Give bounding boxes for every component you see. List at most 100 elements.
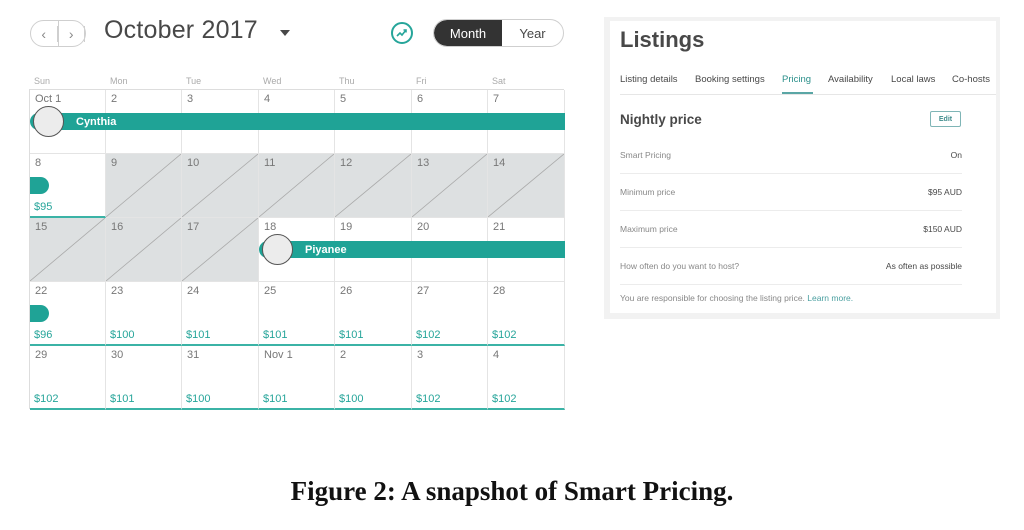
month-nav: ‹ › <box>30 20 86 47</box>
day-cell[interactable]: Nov 1 $101 <box>259 346 335 410</box>
weekday-fri: Fri <box>416 76 427 86</box>
reservation-bar[interactable]: Piyanee <box>259 241 565 258</box>
day-cell[interactable]: 31 $100 <box>182 346 259 410</box>
day-number: 7 <box>493 93 500 105</box>
trend-up-icon[interactable] <box>391 22 413 44</box>
view-toggle: Month Year <box>433 19 564 47</box>
day-cell[interactable]: 3 $102 <box>412 346 488 410</box>
day-price: $102 <box>34 393 59 405</box>
day-number: 4 <box>493 349 500 361</box>
day-price: $102 <box>492 393 517 405</box>
day-cell[interactable]: 24 $101 <box>182 282 259 346</box>
day-number: 2 <box>340 349 347 361</box>
day-cell[interactable]: 28 $102 <box>488 282 565 346</box>
day-number: Oct 1 <box>35 93 62 105</box>
day-number: 2 <box>111 93 118 105</box>
tabs-divider <box>620 94 996 95</box>
day-price: $100 <box>110 329 135 341</box>
active-tab-indicator <box>782 92 813 94</box>
day-number: 20 <box>417 221 430 233</box>
figure-caption: Figure 2: A snapshot of Smart Pricing. <box>290 476 734 506</box>
chevron-left-icon: ‹ <box>31 25 58 42</box>
day-number: 5 <box>340 93 347 105</box>
day-number: 21 <box>493 221 506 233</box>
day-price: $101 <box>263 329 288 341</box>
caret-down-icon[interactable] <box>280 30 290 36</box>
blocked-day-cell[interactable]: 9 <box>106 154 182 218</box>
reservation-checkout-stub[interactable] <box>30 177 49 194</box>
blocked-day-cell[interactable]: 11 <box>259 154 335 218</box>
year-view-button[interactable]: Year <box>502 20 563 46</box>
weekday-mon: Mon <box>110 76 128 86</box>
day-number: 23 <box>111 285 124 297</box>
day-number: 27 <box>417 285 430 297</box>
setting-label: Smart Pricing <box>620 150 672 160</box>
day-number: 3 <box>187 93 194 105</box>
day-cell[interactable]: 29 $102 <box>30 346 106 410</box>
reservation-checkout-stub[interactable] <box>30 305 49 322</box>
setting-value: $150 AUD <box>923 224 962 234</box>
day-price: $96 <box>34 329 53 341</box>
blocked-day-cell[interactable]: 13 <box>412 154 488 218</box>
day-cell[interactable]: 26 $101 <box>335 282 412 346</box>
setting-row: How often do you want to host? As often a… <box>620 261 962 271</box>
footer-text: You are responsible for choosing the lis… <box>620 293 805 303</box>
learn-more-link[interactable]: Learn more. <box>807 293 853 303</box>
day-price: $101 <box>110 393 135 405</box>
blocked-day-cell[interactable]: 14 <box>488 154 565 218</box>
day-price: $102 <box>416 393 441 405</box>
blocked-day-cell[interactable]: 12 <box>335 154 412 218</box>
day-price: $101 <box>186 329 211 341</box>
setting-label: Maximum price <box>620 224 678 234</box>
reservation-bar[interactable]: Cynthia <box>30 113 565 130</box>
tab-availability[interactable]: Availability <box>828 74 873 85</box>
day-cell[interactable]: 23 $100 <box>106 282 182 346</box>
day-number: 6 <box>417 93 424 105</box>
weekday-wed: Wed <box>263 76 282 86</box>
row-divider <box>620 173 962 174</box>
day-cell[interactable]: 27 $102 <box>412 282 488 346</box>
day-price: $102 <box>492 329 517 341</box>
blocked-day-cell[interactable]: 10 <box>182 154 259 218</box>
setting-value: As often as possible <box>885 261 962 271</box>
day-number: 22 <box>35 285 48 297</box>
guest-avatar[interactable] <box>262 234 293 265</box>
setting-value: On <box>950 150 962 160</box>
tab-listing-details[interactable]: Listing details <box>620 74 678 85</box>
blocked-slash <box>106 154 181 217</box>
day-cell[interactable]: 25 $101 <box>259 282 335 346</box>
day-cell[interactable]: 4 $102 <box>488 346 565 410</box>
day-number: 17 <box>187 221 200 233</box>
setting-label: Minimum price <box>620 187 676 197</box>
day-price: $101 <box>339 329 364 341</box>
guest-avatar[interactable] <box>33 106 64 137</box>
edit-button[interactable]: Edit <box>930 111 961 127</box>
day-number: 12 <box>340 157 353 169</box>
day-number: 9 <box>111 157 118 169</box>
tab-local-laws[interactable]: Local laws <box>891 74 935 85</box>
blocked-day-cell[interactable]: 16 <box>106 218 182 282</box>
day-number: 29 <box>35 349 48 361</box>
tab-booking-settings[interactable]: Booking settings <box>695 74 765 85</box>
month-title[interactable]: October 2017 <box>104 16 258 45</box>
month-view-button[interactable]: Month <box>434 20 502 46</box>
day-number: 28 <box>493 285 506 297</box>
tab-pricing[interactable]: Pricing <box>782 74 811 85</box>
day-number: 16 <box>111 221 124 233</box>
next-month-button[interactable]: › <box>59 21 85 46</box>
day-number: Nov 1 <box>264 349 293 361</box>
prev-month-button[interactable]: ‹ <box>31 21 59 46</box>
day-cell[interactable]: 2 $100 <box>335 346 412 410</box>
blocked-day-cell[interactable]: 15 <box>30 218 106 282</box>
setting-value: $95 AUD <box>927 187 962 197</box>
setting-label: How often do you want to host? <box>620 261 740 271</box>
section-title: Nightly price <box>620 112 702 127</box>
day-number: 3 <box>417 349 424 361</box>
blocked-day-cell[interactable]: 17 <box>182 218 259 282</box>
day-price: $100 <box>186 393 211 405</box>
weekday-thu: Thu <box>339 76 355 86</box>
tab-co-hosts[interactable]: Co-hosts <box>952 74 990 85</box>
day-number: 10 <box>187 157 200 169</box>
day-cell[interactable]: 30 $101 <box>106 346 182 410</box>
row-divider <box>620 210 962 211</box>
